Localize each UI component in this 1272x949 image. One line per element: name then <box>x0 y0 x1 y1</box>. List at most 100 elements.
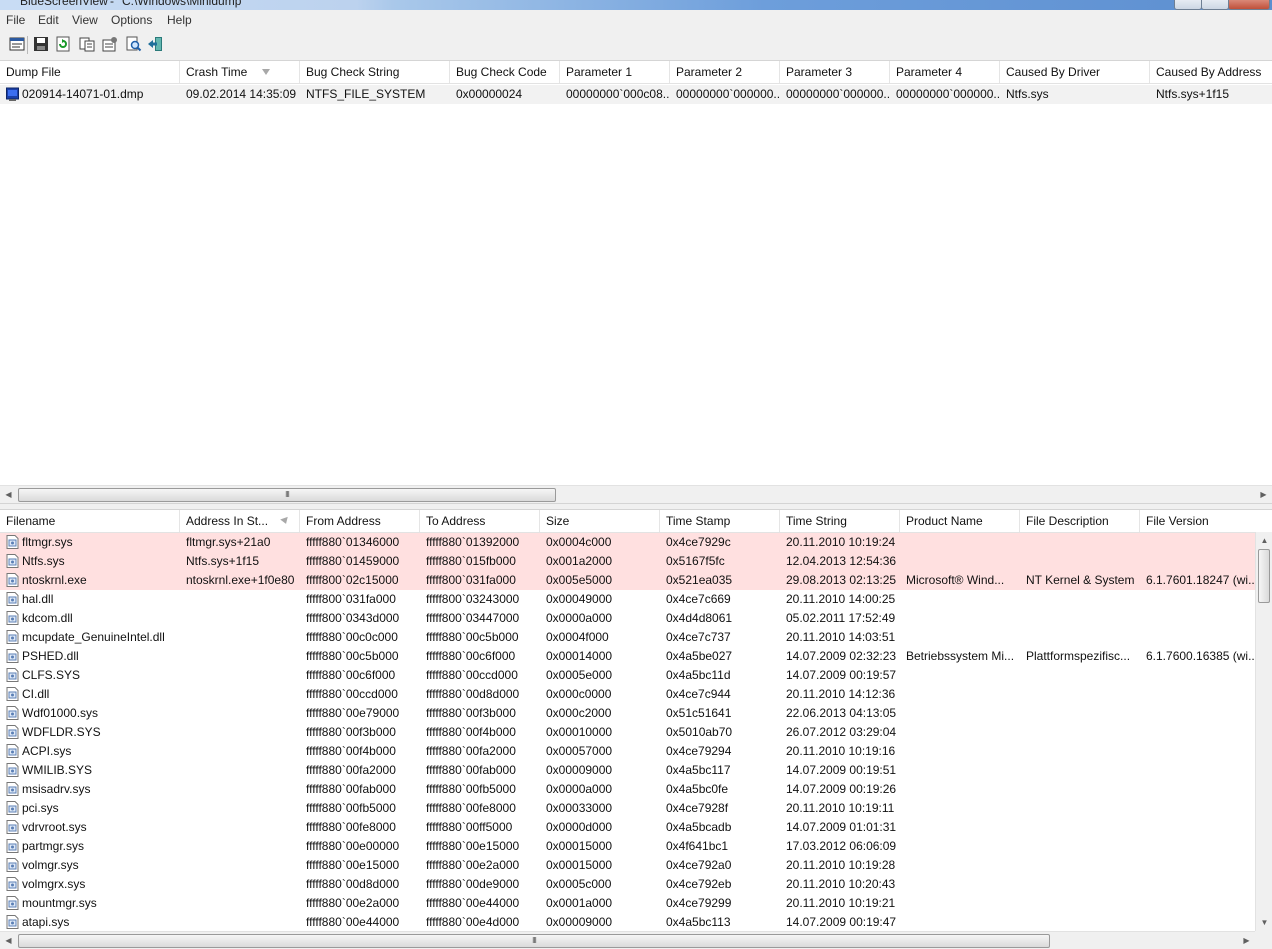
column-header-parameter-2[interactable]: Parameter 2 <box>670 61 780 83</box>
menu-file[interactable]: File <box>6 13 25 27</box>
table-cell <box>180 780 300 799</box>
table-cell: pci.sys <box>22 801 59 815</box>
table-cell: 0x4ce7c944 <box>666 687 731 701</box>
driver-row[interactable]: Wdf01000.sys fffff880`00e79000 fffff880`00… <box>0 704 1272 723</box>
table-cell: fffff880`00fb5000 <box>426 782 516 796</box>
title-bar: BlueScreenView - C:\Windows\Minidump <box>0 0 1272 10</box>
column-header-to-address[interactable]: To Address <box>420 510 540 532</box>
table-cell: 22.06.2013 04:13:05 <box>786 706 897 720</box>
column-header-caused-by-driver[interactable]: Caused By Driver <box>1000 61 1150 83</box>
table-cell: 0x0004c000 <box>546 535 612 549</box>
menu-edit[interactable]: Edit <box>38 13 59 27</box>
advanced-options-icon[interactable] <box>101 35 119 53</box>
table-cell <box>1140 704 1255 723</box>
table-cell: fffff880`00fab000 <box>426 763 516 777</box>
scroll-left-arrow-icon[interactable]: ◀ <box>0 486 17 503</box>
driver-row[interactable]: msisadrv.sys fffff880`00fab000 fffff880`00… <box>0 780 1272 799</box>
horizontal-scroll-thumb[interactable]: III <box>18 934 1050 948</box>
column-header-parameter-1[interactable]: Parameter 1 <box>560 61 670 83</box>
column-header-time-stamp[interactable]: Time Stamp <box>660 510 780 532</box>
driver-row[interactable]: atapi.sys fffff880`00e44000 fffff880`00e4d… <box>0 913 1272 932</box>
table-cell: 0x5167f5fc <box>666 554 725 568</box>
column-header-file-description[interactable]: File Description <box>1020 510 1140 532</box>
table-cell: fffff880`00e79000 <box>306 706 400 720</box>
column-header-size[interactable]: Size <box>540 510 660 532</box>
crash-dump-row[interactable]: 020914-14071-01.dmp 09.02.2014 14:35:09 NT… <box>0 85 1272 104</box>
scroll-left-arrow-icon[interactable]: ◀ <box>0 932 17 949</box>
column-header-product-name[interactable]: Product Name <box>900 510 1020 532</box>
exit-icon[interactable] <box>147 35 165 53</box>
driver-row[interactable]: fltmgr.sys fltmgr.sys+21a0 fffff880`013460… <box>0 533 1272 552</box>
column-header-parameter-4[interactable]: Parameter 4 <box>890 61 1000 83</box>
table-cell: WDFLDR.SYS <box>22 725 101 739</box>
driver-row[interactable]: hal.dll fffff800`031fa000 fffff800`0324300… <box>0 590 1272 609</box>
scroll-right-arrow-icon[interactable]: ▶ <box>1255 486 1272 503</box>
driver-row[interactable]: Ntfs.sys Ntfs.sys+1f15 fffff880`01459000 ff… <box>0 552 1272 571</box>
table-cell: fffff800`031fa000 <box>306 592 396 606</box>
column-header-bug-check-code[interactable]: Bug Check Code <box>450 61 560 83</box>
column-header-filename[interactable]: Filename <box>0 510 180 532</box>
scroll-down-arrow-icon[interactable]: ▼ <box>1256 914 1272 931</box>
column-header-caused-by-address[interactable]: Caused By Address <box>1150 61 1272 83</box>
minimize-button[interactable] <box>1174 0 1202 10</box>
table-cell: 0x4a5be027 <box>666 649 733 663</box>
driver-row[interactable]: ntoskrnl.exe ntoskrnl.exe+1f0e80 fffff800`… <box>0 571 1272 590</box>
driver-row[interactable]: kdcom.dll fffff800`0343d000 fffff800`03447… <box>0 609 1272 628</box>
crash-list-horizontal-scrollbar[interactable]: ◀ III ▶ <box>0 485 1272 503</box>
driver-row[interactable]: pci.sys fffff880`00fb5000 fffff880`00fe800… <box>0 799 1272 818</box>
driver-row[interactable]: volmgr.sys fffff880`00e15000 fffff880`00e2… <box>0 856 1272 875</box>
driver-row[interactable]: partmgr.sys fffff880`00e00000 fffff880`00e… <box>0 837 1272 856</box>
pane-splitter[interactable] <box>0 503 1272 510</box>
table-cell <box>180 742 300 761</box>
table-cell: CI.dll <box>22 687 50 701</box>
column-header-crash-time[interactable]: Crash Time <box>180 61 300 83</box>
driver-row[interactable]: CI.dll fffff880`00ccd000 fffff880`00d8d000… <box>0 685 1272 704</box>
table-cell <box>900 609 1020 628</box>
copy-icon[interactable] <box>78 35 96 53</box>
maximize-button[interactable] <box>1201 0 1229 10</box>
find-icon[interactable] <box>124 35 142 53</box>
column-header-parameter-3[interactable]: Parameter 3 <box>780 61 890 83</box>
table-cell: 0x0000a000 <box>546 782 613 796</box>
column-header-bug-check-string[interactable]: Bug Check String <box>300 61 450 83</box>
table-cell <box>1020 590 1140 609</box>
driver-row[interactable]: mcupdate_GenuineIntel.dll fffff880`00c0c0… <box>0 628 1272 647</box>
properties-icon[interactable] <box>8 35 26 53</box>
column-header-time-string[interactable]: Time String <box>780 510 900 532</box>
driver-row[interactable]: mountmgr.sys fffff880`00e2a000 fffff880`00… <box>0 894 1272 913</box>
driver-row[interactable]: ACPI.sys fffff880`00f4b000 fffff880`00fa20… <box>0 742 1272 761</box>
menu-help[interactable]: Help <box>167 13 192 27</box>
window-title-separator: - <box>110 0 114 8</box>
close-button[interactable] <box>1228 0 1270 10</box>
table-cell <box>180 723 300 742</box>
table-cell <box>900 590 1020 609</box>
menu-view[interactable]: View <box>72 13 98 27</box>
horizontal-scroll-thumb[interactable]: III <box>18 488 556 502</box>
driver-list-vertical-scrollbar[interactable]: ▲ ▼ <box>1255 532 1272 931</box>
table-cell: 14.07.2009 02:32:23 <box>786 649 897 663</box>
column-header-file-version[interactable]: File Version <box>1140 510 1272 532</box>
vertical-scroll-thumb[interactable] <box>1258 549 1270 603</box>
table-cell: Ntfs.sys+1f15 <box>1156 87 1230 101</box>
driver-row[interactable]: vdrvroot.sys fffff880`00fe8000 fffff880`00… <box>0 818 1272 837</box>
driver-row[interactable]: WDFLDR.SYS fffff880`00f3b000 fffff880`00f4… <box>0 723 1272 742</box>
scroll-up-arrow-icon[interactable]: ▲ <box>1256 532 1272 549</box>
driver-list-horizontal-scrollbar[interactable]: ◀ III ▶ <box>0 931 1272 949</box>
save-icon[interactable] <box>32 35 50 53</box>
driver-row[interactable]: volmgrx.sys fffff880`00d8d000 fffff880`00d… <box>0 875 1272 894</box>
driver-row[interactable]: CLFS.SYS fffff880`00c6f000 fffff880`00ccd0… <box>0 666 1272 685</box>
table-cell <box>180 894 300 913</box>
table-cell <box>1020 799 1140 818</box>
menu-options[interactable]: Options <box>111 13 152 27</box>
table-cell: fffff880`00e00000 <box>306 839 400 853</box>
table-cell <box>1020 780 1140 799</box>
refresh-icon[interactable] <box>54 35 72 53</box>
table-cell: ntoskrnl.exe+1f0e80 <box>186 573 295 587</box>
driver-row[interactable]: PSHED.dll fffff880`00c5b000 fffff880`00c6f… <box>0 647 1272 666</box>
driver-row[interactable]: WMILIB.SYS fffff880`00fa2000 fffff880`00fa… <box>0 761 1272 780</box>
column-header-from-address[interactable]: From Address <box>300 510 420 532</box>
scroll-right-arrow-icon[interactable]: ▶ <box>1238 932 1255 949</box>
table-cell: fffff880`00fe8000 <box>306 820 396 834</box>
column-header-dump-file[interactable]: Dump File <box>0 61 180 83</box>
table-cell: atapi.sys <box>22 915 70 929</box>
